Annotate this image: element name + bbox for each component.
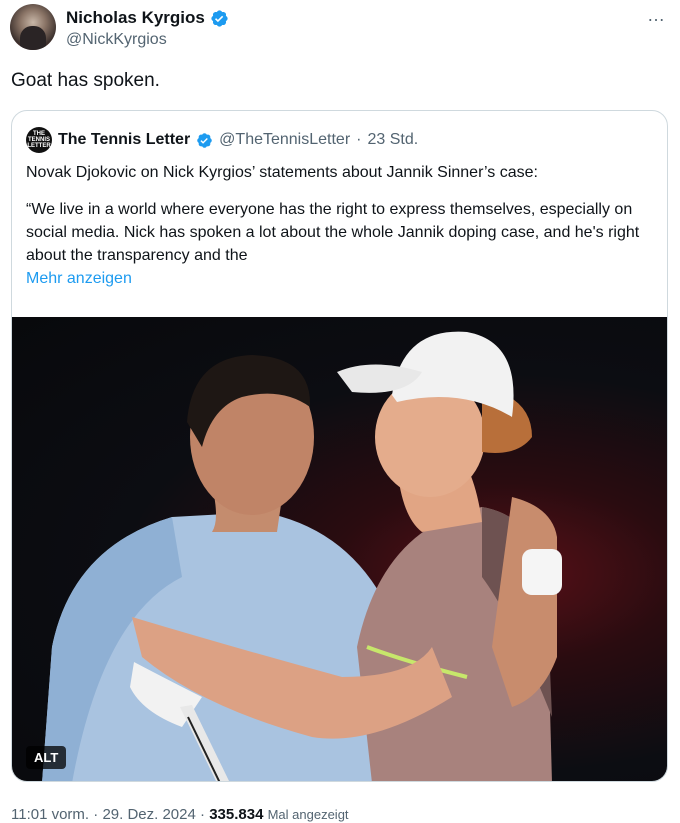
post-date[interactable]: 29. Dez. 2024 [102,806,195,823]
show-more-link[interactable]: Mehr anzeigen [26,267,656,290]
quoted-paragraph-2: “We live in a world where everyone has t… [26,201,640,264]
quoted-tweet[interactable]: THE TENNIS LETTER The Tennis Letter @The… [11,110,668,782]
quoted-paragraph-1: Novak Djokovic on Nick Kyrgios’ statemen… [26,164,538,181]
post-time[interactable]: 11:01 vorm. [11,806,89,823]
author-name[interactable]: Nicholas Kyrgios [66,8,205,28]
quoted-author-name[interactable]: The Tennis Letter [58,131,190,149]
quoted-author-handle[interactable]: @TheTennisLetter [219,131,350,149]
separator-dot: · [200,806,206,823]
separator-dot: · [356,131,362,148]
quoted-tweet-header: THE TENNIS LETTER The Tennis Letter @The… [26,127,418,153]
author-name-row[interactable]: Nicholas Kyrgios [66,8,229,28]
quoted-tweet-body: Novak Djokovic on Nick Kyrgios’ statemen… [26,161,656,290]
author-handle[interactable]: @NickKyrgios [66,31,167,49]
view-count: 335.834 [209,806,264,823]
separator-dot: · [93,806,99,823]
tweet-header: Nicholas Kyrgios @NickKyrgios … [0,0,680,60]
alt-text-badge[interactable]: ALT [26,746,67,769]
verified-badge-icon [211,9,228,27]
verified-badge-icon [197,132,212,148]
view-count-label: Mal angezeigt [267,807,349,822]
quoted-time[interactable]: 23 Std. [367,131,418,149]
author-avatar[interactable] [10,4,56,50]
quoted-author-avatar[interactable]: THE TENNIS LETTER [26,127,52,153]
tweet-metadata: 11:01 vorm. · 29. Dez. 2024 · 335.834 Ma… [11,806,349,823]
more-options-icon[interactable]: … [647,6,666,24]
tweet-text: Goat has spoken. [11,70,160,91]
quoted-photo[interactable]: ALT [12,317,667,781]
photo-illustration [42,331,562,781]
